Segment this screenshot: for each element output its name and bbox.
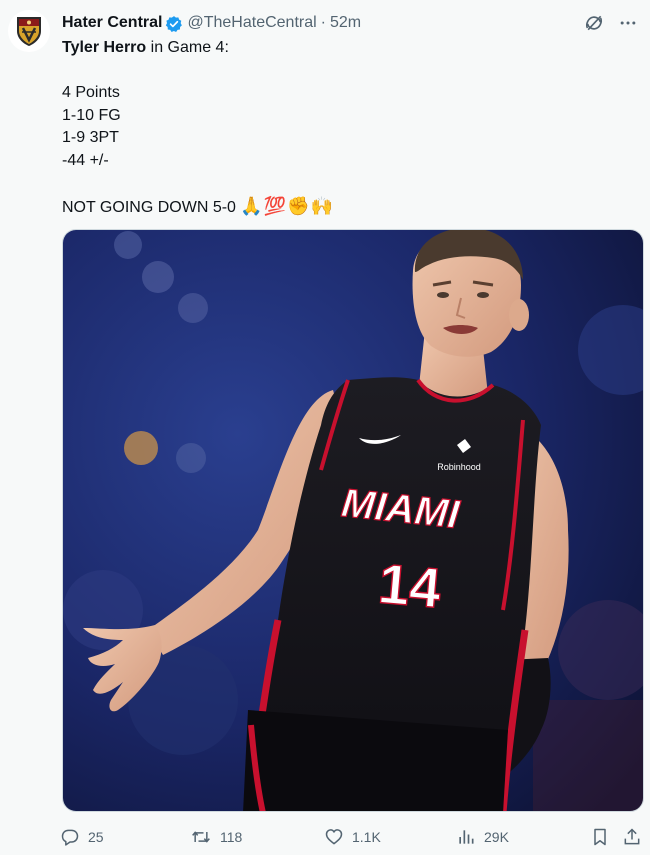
share-button[interactable] [622, 827, 650, 847]
tweet-card[interactable]: Hater Central @TheHateCentral · 52m Tyle… [0, 0, 650, 855]
views-count: 29K [484, 829, 509, 845]
repost-count: 118 [220, 829, 243, 845]
timestamp[interactable]: 52m [330, 14, 361, 32]
reply-count: 25 [88, 829, 104, 845]
repost-button[interactable]: 118 [190, 827, 242, 847]
repost-icon [192, 831, 210, 843]
like-count: 1.1K [352, 829, 381, 845]
more-icon[interactable] [618, 13, 638, 33]
tweet-header: Hater Central @TheHateCentral · 52m [62, 12, 638, 34]
player-photo: Robinhood MIAMI 14 [63, 230, 643, 811]
grok-icon[interactable] [584, 13, 604, 33]
closing-line: NOT GOING DOWN 5-0 🙏💯✊🙌 [62, 195, 632, 220]
tweet-photo[interactable]: Robinhood MIAMI 14 [62, 229, 644, 812]
views-button[interactable]: 29K [456, 827, 509, 847]
stat-3pt: 1-9 3PT [62, 129, 119, 146]
share-icon [624, 828, 640, 845]
reply-icon [61, 829, 79, 846]
display-name[interactable]: Hater Central [62, 14, 162, 32]
views-icon [459, 830, 474, 844]
user-handle[interactable]: @TheHateCentral [187, 14, 316, 32]
sponsor-text: Robinhood [437, 462, 481, 472]
avatar[interactable] [8, 10, 50, 52]
reply-button[interactable]: 25 [60, 827, 104, 847]
separator-dot: · [320, 14, 326, 31]
text-line-1-rest: in Game 4: [146, 39, 229, 56]
verified-badge-icon [165, 15, 183, 33]
action-bar: 25 118 1.1K 29K [60, 823, 640, 851]
closing-text: NOT GOING DOWN 5-0 [62, 198, 241, 216]
jersey-number-text: 14 [376, 551, 444, 619]
like-button[interactable]: 1.1K [324, 827, 381, 847]
stat-points: 4 Points [62, 84, 120, 101]
mentioned-name: Tyler Herro [62, 39, 147, 56]
stat-plus-minus: -44 +/- [62, 151, 109, 169]
tweet-text: Tyler Herro in Game 4: 4 Points 1-10 FG … [62, 37, 632, 219]
shield-logo-icon [17, 17, 41, 46]
like-icon [325, 829, 343, 845]
text-line-1: Tyler Herro in Game 4: [62, 37, 632, 60]
stat-fg: 1-10 FG [62, 106, 121, 124]
emoji-group: 🙏💯✊🙌 [240, 195, 335, 216]
bookmark-button[interactable] [590, 827, 618, 847]
bookmark-icon [594, 828, 606, 846]
